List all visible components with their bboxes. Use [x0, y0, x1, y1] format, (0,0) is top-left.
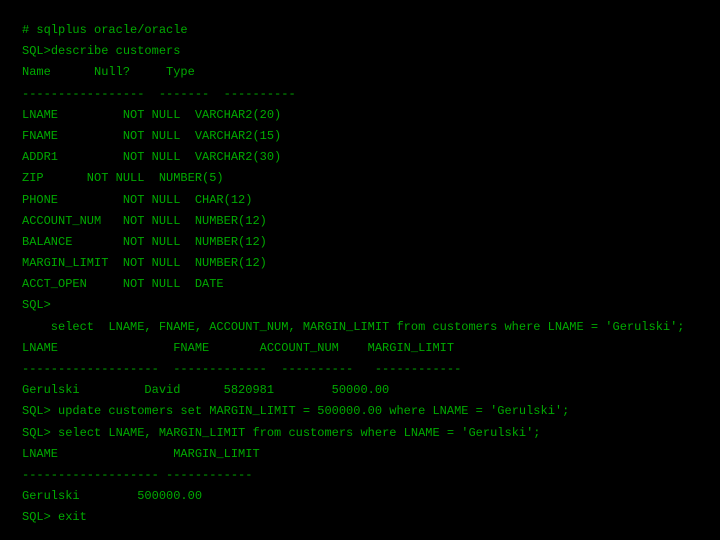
query-rule: ------------------- ------------: [22, 467, 698, 483]
sql-prompt: SQL>: [22, 404, 51, 418]
describe-row: ACCT_OPEN NOT NULL DATE: [22, 276, 698, 292]
describe-row: LNAME NOT NULL VARCHAR2(20): [22, 107, 698, 123]
sql-command: select LNAME, FNAME, ACCOUNT_NUM, MARGIN…: [22, 319, 698, 335]
describe-row: ZIP NOT NULL NUMBER(5): [22, 170, 698, 186]
sql-command: update customers set MARGIN_LIMIT = 5000…: [51, 404, 569, 418]
sql-prompt: SQL>: [22, 297, 698, 313]
sql-command: describe customers: [51, 44, 181, 58]
describe-row: MARGIN_LIMIT NOT NULL NUMBER(12): [22, 255, 698, 271]
shell-command: # sqlplus oracle/oracle: [22, 22, 698, 38]
query-row: Gerulski David 5820981 50000.00: [22, 382, 698, 398]
sql-command: exit: [51, 510, 87, 524]
query-header: LNAME FNAME ACCOUNT_NUM MARGIN_LIMIT: [22, 340, 698, 356]
sql-command: select LNAME, MARGIN_LIMIT from customer…: [51, 426, 541, 440]
describe-row: BALANCE NOT NULL NUMBER(12): [22, 234, 698, 250]
describe-rule: ----------------- ------- ----------: [22, 86, 698, 102]
sql-line: SQL> update customers set MARGIN_LIMIT =…: [22, 403, 698, 419]
describe-row: FNAME NOT NULL VARCHAR2(15): [22, 128, 698, 144]
sql-line: SQL>describe customers: [22, 43, 698, 59]
sql-prompt: SQL>: [22, 426, 51, 440]
sql-prompt: SQL>: [22, 510, 51, 524]
describe-row: PHONE NOT NULL CHAR(12): [22, 192, 698, 208]
sql-prompt: SQL>: [22, 44, 51, 58]
sql-line: SQL> select LNAME, MARGIN_LIMIT from cus…: [22, 425, 698, 441]
describe-row: ADDR1 NOT NULL VARCHAR2(30): [22, 149, 698, 165]
query-row: Gerulski 500000.00: [22, 488, 698, 504]
describe-row: ACCOUNT_NUM NOT NULL NUMBER(12): [22, 213, 698, 229]
query-rule: ------------------- ------------- ------…: [22, 361, 698, 377]
query-header: LNAME MARGIN_LIMIT: [22, 446, 698, 462]
sql-line: SQL> exit: [22, 509, 698, 525]
describe-header: Name Null? Type: [22, 64, 698, 80]
